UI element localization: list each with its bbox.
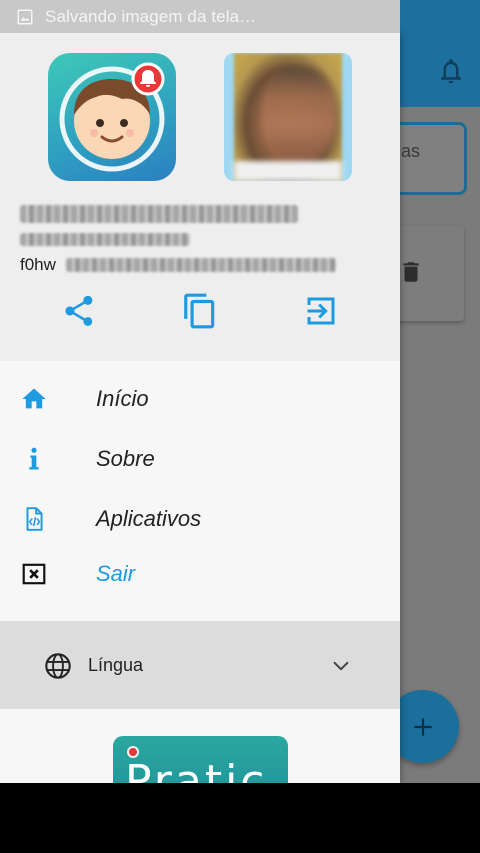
info-icon	[20, 445, 48, 473]
blurred-face	[262, 67, 336, 163]
code-file-icon	[20, 505, 48, 533]
menu-item-label: Início	[96, 386, 149, 411]
profile-photo[interactable]	[224, 53, 352, 181]
globe-icon	[45, 653, 71, 679]
app-logo-avatar	[48, 53, 176, 181]
menu-item-inicio[interactable]: Início	[0, 371, 400, 427]
user-id-prefix: f0hw	[20, 255, 56, 274]
child-face-icon	[59, 62, 165, 172]
copy-icon	[184, 293, 215, 329]
redacted-user-id	[66, 258, 336, 272]
status-bar-text: Salvando imagem da tela…	[45, 6, 257, 26]
chevron-down-icon[interactable]	[330, 655, 352, 677]
status-bar: Salvando imagem da tela…	[0, 0, 400, 33]
background-card-text: as	[401, 141, 421, 161]
logo-text: Pratic	[125, 756, 268, 783]
menu-item-label: Aplicativos	[96, 506, 202, 531]
close-box-icon	[20, 560, 48, 588]
trash-icon[interactable]	[398, 256, 424, 288]
blurred-photo	[234, 53, 342, 181]
share-icon	[65, 295, 93, 326]
share-button[interactable]	[59, 291, 99, 331]
navigation-drawer: f0hw Início Sobre Aplicativos Sair Língu…	[0, 33, 400, 783]
drawer-header: f0hw	[0, 33, 400, 361]
plus-icon	[413, 717, 432, 736]
language-label: Língua	[88, 655, 144, 675]
pratic-logo[interactable]: Pratic	[113, 736, 288, 783]
redacted-user-name	[20, 205, 298, 223]
bell-icon[interactable]	[436, 56, 466, 86]
menu-item-sair[interactable]: Sair	[0, 546, 400, 602]
menu-item-sobre[interactable]: Sobre	[0, 431, 400, 487]
menu-item-aplicativos[interactable]: Aplicativos	[0, 491, 400, 547]
logout-button[interactable]	[301, 291, 341, 331]
copy-button[interactable]	[180, 291, 220, 331]
menu-item-label: Sair	[96, 561, 136, 586]
home-icon	[20, 385, 48, 413]
blurred-shirt	[234, 161, 342, 181]
exit-icon	[307, 297, 335, 325]
language-selector[interactable]: Língua	[0, 621, 400, 709]
menu-item-label: Sobre	[96, 446, 155, 471]
system-navigation-bar	[0, 783, 480, 853]
redacted-user-email	[20, 233, 190, 246]
screen: as f0hw Início Sobre Aplicativos Sair Lí…	[0, 0, 480, 783]
image-icon	[17, 9, 33, 24]
